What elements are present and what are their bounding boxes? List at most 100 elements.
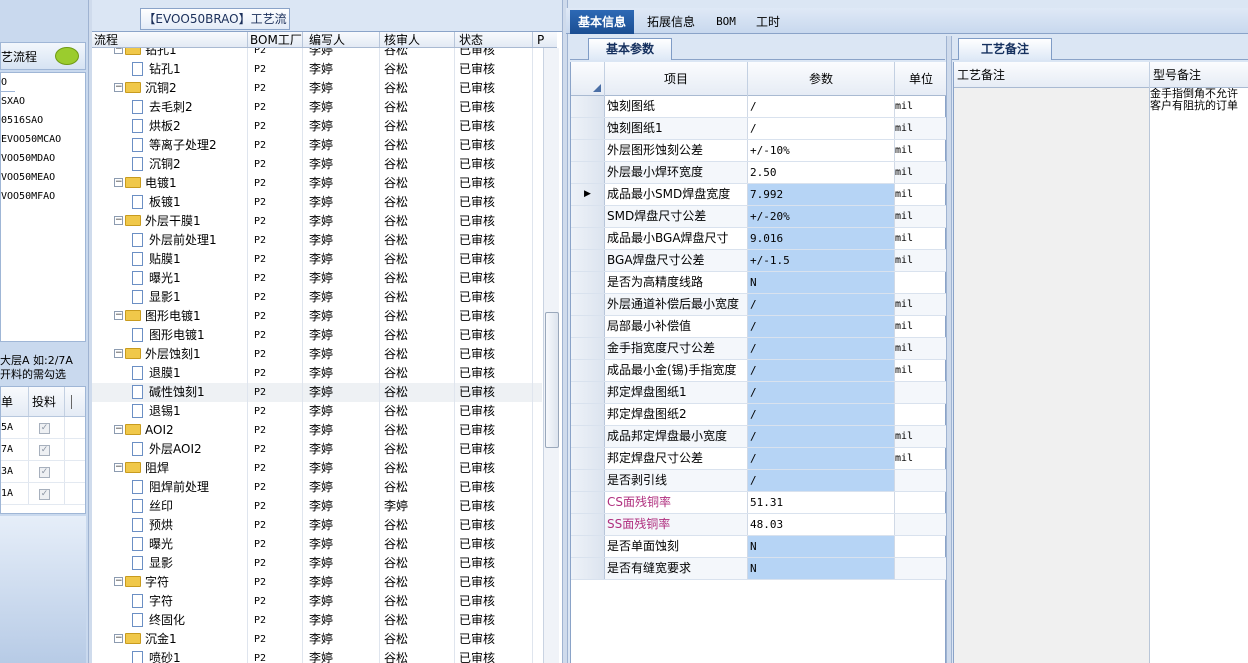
- param-row[interactable]: ▶ 成品最小SMD焊盘宽度 7.992 mil: [571, 184, 947, 206]
- collapse-icon[interactable]: −: [114, 463, 123, 472]
- param-value[interactable]: /: [748, 448, 895, 469]
- tree-node[interactable]: − 图形电镀1: [92, 307, 248, 326]
- tree-group-row[interactable]: − 阻焊 P2 李婷 谷松 已审核: [92, 459, 542, 478]
- param-row[interactable]: 成品最小金(锡)手指宽度 / mil: [571, 360, 947, 382]
- param-row[interactable]: 是否有缝宽要求 N: [571, 558, 947, 580]
- tree-step-row[interactable]: 退膜1 P2 李婷 谷松 已审核: [92, 364, 542, 383]
- row-indicator[interactable]: [571, 250, 605, 271]
- tree-group-row[interactable]: − 图形电镀1 P2 李婷 谷松 已审核: [92, 307, 542, 326]
- tree-step-row[interactable]: 曝光 P2 李婷 谷松 已审核: [92, 535, 542, 554]
- param-col-value[interactable]: 参数: [748, 62, 895, 96]
- tree-node[interactable]: 板镀1: [92, 193, 248, 212]
- tree-step-row[interactable]: 字符 P2 李婷 谷松 已审核: [92, 592, 542, 611]
- row-indicator[interactable]: [571, 294, 605, 315]
- remarks-col-process[interactable]: 工艺备注: [954, 62, 1150, 88]
- row-indicator[interactable]: [571, 316, 605, 337]
- tree-scrollbar[interactable]: [543, 48, 559, 663]
- remarks-col-model[interactable]: 型号备注: [1150, 62, 1248, 88]
- tab-process-remarks[interactable]: 工艺备注: [958, 38, 1052, 60]
- feed-checkbox[interactable]: ✓: [39, 423, 50, 434]
- layer-grid-row[interactable]: 3A ✓: [1, 461, 85, 483]
- param-value[interactable]: /: [748, 338, 895, 359]
- row-indicator[interactable]: [571, 404, 605, 425]
- tab-basic-params[interactable]: 基本参数: [588, 38, 672, 60]
- param-row[interactable]: 蚀刻图纸 / mil: [571, 96, 947, 118]
- layer-grid-row[interactable]: 7A ✓: [1, 439, 85, 461]
- tree-step-row[interactable]: 去毛刺2 P2 李婷 谷松 已审核: [92, 98, 542, 117]
- tree-node[interactable]: 终固化: [92, 611, 248, 630]
- tree-step-row[interactable]: 板镀1 P2 李婷 谷松 已审核: [92, 193, 542, 212]
- tree-step-row[interactable]: 预烘 P2 李婷 谷松 已审核: [92, 516, 542, 535]
- param-value[interactable]: /: [748, 404, 895, 425]
- row-indicator[interactable]: [571, 382, 605, 403]
- param-value[interactable]: /: [748, 382, 895, 403]
- tree-node[interactable]: 外层前处理1: [92, 231, 248, 250]
- param-row[interactable]: 邦定焊盘尺寸公差 / mil: [571, 448, 947, 470]
- param-row[interactable]: 局部最小补偿值 / mil: [571, 316, 947, 338]
- row-indicator[interactable]: [571, 492, 605, 513]
- tree-group-row[interactable]: − 外层蚀刻1 P2 李婷 谷松 已审核: [92, 345, 542, 364]
- col-status[interactable]: 状态: [455, 32, 533, 47]
- row-indicator[interactable]: [571, 228, 605, 249]
- param-value[interactable]: N: [748, 558, 895, 579]
- param-row[interactable]: SS面残铜率 48.03: [571, 514, 947, 536]
- collapse-icon[interactable]: −: [114, 178, 123, 187]
- tree-step-row[interactable]: 显影 P2 李婷 谷松 已审核: [92, 554, 542, 573]
- param-value[interactable]: 51.31: [748, 492, 895, 513]
- tree-step-row[interactable]: 终固化 P2 李婷 谷松 已审核: [92, 611, 542, 630]
- tree-node[interactable]: 外层AOI2: [92, 440, 248, 459]
- row-indicator[interactable]: [571, 272, 605, 293]
- param-value[interactable]: N: [748, 536, 895, 557]
- param-row[interactable]: 邦定焊盘图纸2/: [571, 404, 947, 426]
- row-indicator[interactable]: [571, 96, 605, 117]
- collapse-icon[interactable]: −: [114, 349, 123, 358]
- tab-basic-info[interactable]: 基本信息: [570, 10, 634, 34]
- param-value[interactable]: /: [748, 118, 895, 139]
- tree-step-row[interactable]: 碱性蚀刻1 P2 李婷 谷松 已审核: [92, 383, 542, 402]
- tree-step-row[interactable]: 烘板2 P2 李婷 谷松 已审核: [92, 117, 542, 136]
- col-writer[interactable]: 编写人: [303, 32, 380, 47]
- tree-node[interactable]: 碱性蚀刻1: [92, 383, 248, 402]
- param-col-unit[interactable]: 单位: [895, 62, 947, 96]
- order-list-item[interactable]: VOO50MEAO: [1, 168, 85, 187]
- param-row[interactable]: BGA焊盘尺寸公差 +/-1.5 mil: [571, 250, 947, 272]
- tree-group-row[interactable]: − 沉铜2 P2 李婷 谷松 已审核: [92, 79, 542, 98]
- tree-node[interactable]: − 外层蚀刻1: [92, 345, 248, 364]
- tree-step-row[interactable]: 等离子处理2 P2 李婷 谷松 已审核: [92, 136, 542, 155]
- row-indicator[interactable]: [571, 558, 605, 579]
- col-bom-factory[interactable]: BOM工厂: [248, 32, 303, 47]
- row-indicator[interactable]: [571, 118, 605, 139]
- row-indicator[interactable]: [571, 162, 605, 183]
- tab-bom[interactable]: BOM: [706, 10, 746, 34]
- param-row[interactable]: 外层通道补偿后最小宽度 / mil: [571, 294, 947, 316]
- collapse-icon[interactable]: −: [114, 311, 123, 320]
- tree-step-row[interactable]: 钻孔1 P2 李婷 谷松 已审核: [92, 60, 542, 79]
- tree-node[interactable]: − AOI2: [92, 421, 248, 440]
- tree-node[interactable]: 显影: [92, 554, 248, 573]
- param-row[interactable]: CS面残铜率 51.31: [571, 492, 947, 514]
- tree-step-row[interactable]: 退锡1 P2 李婷 谷松 已审核: [92, 402, 542, 421]
- tree-node[interactable]: 曝光1: [92, 269, 248, 288]
- tree-node[interactable]: 沉铜2: [92, 155, 248, 174]
- tree-node[interactable]: 去毛刺2: [92, 98, 248, 117]
- tree-step-row[interactable]: 图形电镀1 P2 李婷 谷松 已审核: [92, 326, 542, 345]
- row-indicator[interactable]: [571, 536, 605, 557]
- param-value[interactable]: 7.992: [748, 184, 895, 205]
- col-p[interactable]: P: [533, 32, 557, 47]
- tree-node[interactable]: 钻孔1: [92, 60, 248, 79]
- tree-node[interactable]: 喷砂1: [92, 649, 248, 663]
- param-value[interactable]: /: [748, 96, 895, 117]
- tree-group-row[interactable]: − AOI2 P2 李婷 谷松 已审核: [92, 421, 542, 440]
- tab-extended-info[interactable]: 拓展信息: [640, 10, 702, 34]
- tree-node[interactable]: 退膜1: [92, 364, 248, 383]
- tree-node[interactable]: − 外层干膜1: [92, 212, 248, 231]
- order-list-item[interactable]: EVOO50MCAO: [1, 130, 85, 149]
- tree-node[interactable]: 图形电镀1: [92, 326, 248, 345]
- layer-grid-row[interactable]: 5A ✓: [1, 417, 85, 439]
- chat-bubble-icon[interactable]: [55, 47, 79, 65]
- order-list-item[interactable]: SXAO: [1, 92, 85, 111]
- param-value[interactable]: +/-1.5: [748, 250, 895, 271]
- tree-node[interactable]: − 字符: [92, 573, 248, 592]
- param-value[interactable]: 2.50: [748, 162, 895, 183]
- param-row[interactable]: 是否剥引线 /: [571, 470, 947, 492]
